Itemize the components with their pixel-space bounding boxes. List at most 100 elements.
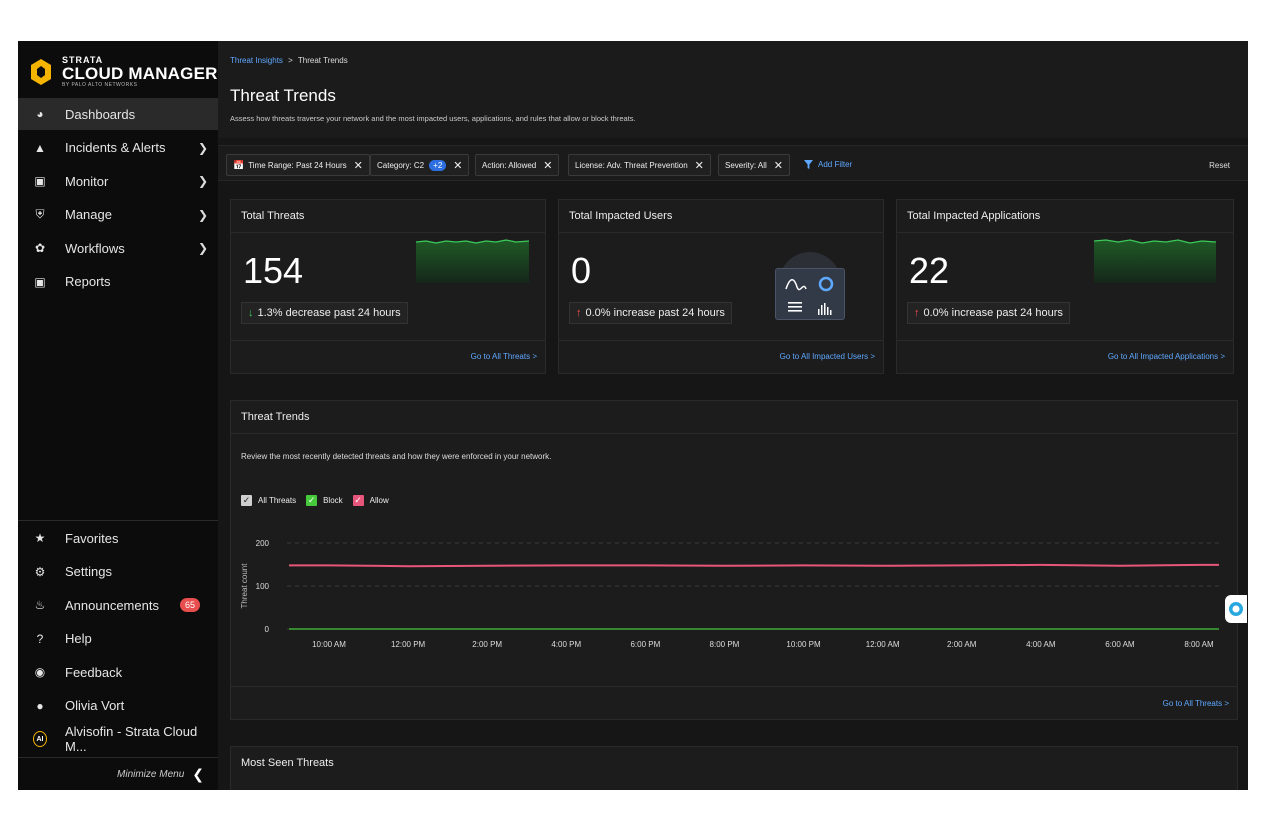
assistant-button[interactable] [1225,595,1247,623]
sidebar-item-reports[interactable]: ▣ Reports [18,266,218,298]
brand-main: CLOUD MANAGER [62,64,218,83]
sidebar-item-label: Dashboards [65,106,136,122]
sidebar-item-incidents-alerts[interactable]: ▲ Incidents & Alerts ❯ [18,132,218,164]
sidebar-item-monitor[interactable]: ▣ Monitor ❯ [18,165,218,197]
x-tick-label: 10:00 AM [312,640,346,649]
filter-action[interactable]: Action: Allowed ✕ [475,154,560,176]
sidebar-divider [18,520,218,521]
arrow-up-icon: ↑ [576,307,582,319]
brand-by: BY PALO ALTO NETWORKS [62,82,138,88]
sidebar: STRATA CLOUD MANAGER BY PALO ALTO NETWOR… [18,41,218,790]
most-seen-threats-card: Most Seen Threats [230,746,1238,790]
divider [897,232,1233,233]
sidebar-item-favorites[interactable]: ★ Favorites [18,522,218,554]
card-title: Total Threats [241,210,305,222]
sidebar-item-workflows[interactable]: ✿ Workflows ❯ [18,232,218,264]
sidebar-item-label: Settings [65,564,112,579]
gear-icon: ⚙ [34,564,46,579]
chevron-right-icon: ❯ [197,174,208,188]
sidebar-item-announcements[interactable]: ♨ Announcements 65 [18,589,218,621]
filter-time-range[interactable]: 📅 Time Range: Past 24 Hours ✕ [226,154,370,176]
legend-block[interactable]: ✓ Block [306,495,343,506]
filter-time-label: Time Range: Past 24 Hours [248,160,347,170]
divider [559,232,883,233]
feedback-icon: ◉ [34,665,46,679]
breadcrumb: Threat Insights > Threat Trends [230,56,348,65]
legend-label: All Threats [258,496,297,505]
filter-license[interactable]: License: Adv. Threat Prevention ✕ [568,154,711,176]
x-tick-label: 10:00 PM [786,640,821,649]
kpi-value: 0 [571,250,592,291]
sidebar-item-label: Workflows [65,240,125,256]
sidebar-item-settings[interactable]: ⚙ Settings [18,556,218,588]
sidebar-item-feedback[interactable]: ◉ Feedback [18,656,218,688]
close-icon[interactable]: ✕ [543,159,552,172]
kpi-value: 22 [909,250,950,291]
divider [231,433,1237,434]
add-filter-button[interactable]: Add Filter [804,160,852,169]
close-icon[interactable]: ✕ [453,159,462,172]
close-icon[interactable]: ✕ [774,159,783,172]
legend-all-threats[interactable]: ✓ All Threats [241,495,296,506]
y-tick-label: 200 [256,539,270,548]
x-tick-label: 12:00 PM [391,640,426,649]
brand-logo[interactable]: STRATA CLOUD MANAGER BY PALO ALTO NETWOR… [30,49,218,95]
y-tick-label: 100 [256,582,270,591]
y-axis-label: Threat count [240,563,249,609]
sidebar-item-help[interactable]: ? Help [18,623,218,655]
filter-icon [804,160,813,169]
user-icon: ● [36,698,44,713]
minimize-label: Minimize Menu [117,768,185,780]
sidebar-item-alvisofin-strata-cloud-m[interactable]: AI Alvisofin - Strata Cloud M... [18,723,218,755]
x-tick-label: 4:00 PM [551,640,581,649]
y-tick-label: 0 [265,625,270,634]
go-to-all-impacted-users-link[interactable]: Go to All Impacted Users > [780,352,875,361]
card-total-impacted-applications: Total Impacted Applications 22 ↑ 0.0% in… [896,199,1234,374]
legend-label: Block [323,496,343,505]
legend-allow[interactable]: ✓ Allow [352,495,389,506]
arrow-up-icon: ↑ [914,307,920,319]
divider [231,340,545,341]
sidebar-item-label: Incidents & Alerts [65,140,166,155]
filter-severity[interactable]: Severity: All ✕ [718,154,791,176]
empty-state-illustration-icon [775,252,845,322]
page-header: Threat Insights > Threat Trends Threat T… [218,41,1248,138]
breadcrumb-parent-link[interactable]: Threat Insights [230,56,283,65]
go-to-all-threats-link[interactable]: Go to All Threats > [471,352,537,361]
announcements-count-badge: 65 [180,598,201,612]
reset-button[interactable]: Reset [1209,161,1230,170]
card-title: Most Seen Threats [241,757,334,769]
card-title: Total Impacted Applications [907,210,1041,222]
app-window: STRATA CLOUD MANAGER BY PALO ALTO NETWOR… [18,41,1248,790]
add-filter-label: Add Filter [818,160,853,169]
minimize-menu-button[interactable]: Minimize Menu ❮ [18,757,218,790]
threat-trends-chart: 0 100 200 Threat count 10:00 AM 12:00 PM 2:00 … [240,539,1223,649]
card-title: Total Impacted Users [569,210,673,222]
sidebar-item-label: Help [65,631,92,646]
bell-icon: ♨ [34,598,46,612]
sidebar-item-olivia-vort[interactable]: ● Olivia Vort [18,690,218,722]
filter-license-label: License: Adv. Threat Prevention [575,160,688,170]
close-icon[interactable]: ✕ [695,159,704,172]
sidebar-item-manage[interactable]: ⛨ Manage ❯ [18,199,218,231]
chevron-right-icon: ❯ [197,241,208,255]
sidebar-item-dashboards[interactable]: ◕ Dashboards [18,98,218,130]
chevron-left-icon: ❮ [192,765,204,782]
close-icon[interactable]: ✕ [354,159,363,172]
trend-text: 0.0% increase past 24 hours [923,307,1063,319]
series-line-allow [289,563,1219,568]
go-to-all-impacted-applications-link[interactable]: Go to All Impacted Applications > [1108,352,1225,361]
help-icon: ? [36,631,44,646]
filter-category[interactable]: Category: C2 +2 ✕ [370,154,470,176]
card-title: Threat Trends [241,411,310,423]
sidebar-item-label: Olivia Vort [65,698,125,713]
shield-icon: ⛨ [35,207,45,221]
ai-badge: AI [33,731,47,747]
sidebar-item-label: Manage [65,207,112,222]
alert-icon: ▲ [34,140,46,155]
divider [897,340,1233,341]
go-to-all-threats-link[interactable]: Go to All Threats > [1163,699,1229,708]
x-tick-label: 8:00 AM [1184,640,1214,649]
category-more-badge[interactable]: +2 [429,159,447,171]
ai-icon: AI [33,731,47,747]
